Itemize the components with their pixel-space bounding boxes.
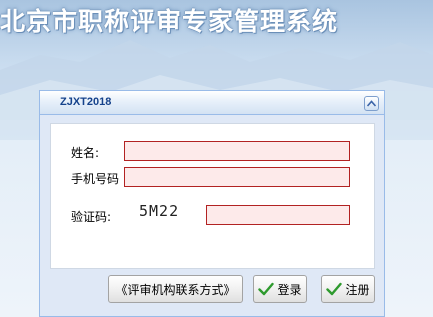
contact-info-label: 《评审机构联系方式》 — [115, 282, 236, 297]
panel-body: 姓名: 手机号码 验证码: 5M22 《评审机构联系方式》 登录 注册 — [40, 115, 384, 316]
checkmark-icon — [326, 282, 343, 296]
login-form: 姓名: 手机号码 验证码: 5M22 — [50, 123, 375, 269]
phone-label: 手机号码 — [71, 172, 120, 186]
captcha-input[interactable] — [206, 205, 350, 225]
register-button[interactable]: 注册 — [321, 275, 375, 303]
name-input[interactable] — [124, 141, 350, 161]
name-label: 姓名: — [71, 146, 100, 160]
chevron-up-icon — [367, 100, 376, 107]
login-button[interactable]: 登录 — [253, 275, 307, 303]
phone-input[interactable] — [124, 167, 350, 187]
login-label: 登录 — [277, 282, 302, 297]
panel-header: ZJXT2018 — [40, 91, 384, 115]
system-title: 北京市职称评审专家管理系统 — [0, 7, 339, 36]
panel-title: ZJXT2018 — [60, 96, 112, 108]
contact-info-button[interactable]: 《评审机构联系方式》 — [108, 275, 243, 303]
captcha-image[interactable]: 5M22 — [139, 201, 194, 221]
collapse-button[interactable] — [364, 96, 379, 111]
register-label: 注册 — [345, 282, 370, 297]
checkmark-icon — [258, 282, 275, 296]
captcha-label: 验证码: — [71, 210, 112, 224]
login-panel: ZJXT2018 姓名: 手机号码 验证码: 5M22 《评审机构联系方式》 登… — [39, 90, 385, 317]
